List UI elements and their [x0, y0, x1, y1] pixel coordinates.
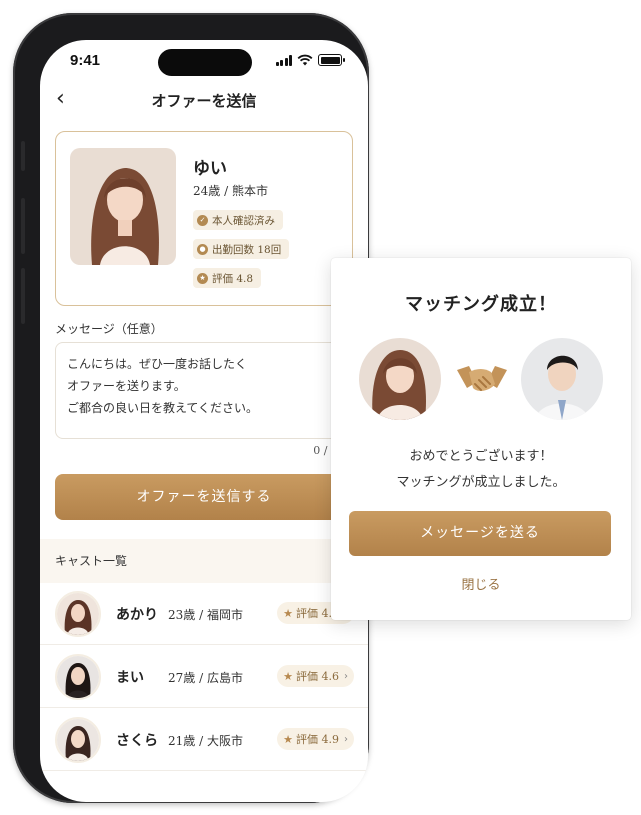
cast-age-location: 21歳 / 大阪市 — [168, 734, 243, 748]
verified-badge: ✓ 本人確認済み — [193, 210, 283, 230]
profile-card: ゆい 24歳 / 熊本市 ✓ 本人確認済み ● 出勤回数 18回 ★ 評価 4.… — [55, 131, 353, 306]
wifi-icon — [297, 54, 313, 66]
user-avatar — [521, 338, 603, 420]
count-icon: ● — [197, 243, 208, 255]
modal-title: マッチング成立！ — [405, 294, 557, 315]
badge-label: 評価 4.8 — [212, 272, 254, 285]
avatar — [55, 654, 101, 700]
chevron-right-icon: › — [344, 670, 348, 682]
signal-icon — [275, 54, 292, 66]
dynamic-island — [158, 49, 252, 76]
cast-name: さくら — [116, 733, 158, 749]
profile-age-location: 24歳 / 熊本市 — [193, 184, 268, 198]
modal-message: おめでとうございます！ マッチングが成立しました。 — [331, 444, 631, 496]
close-button[interactable]: 閉じる — [331, 574, 631, 593]
star-icon: ★ — [283, 606, 293, 620]
avatar — [55, 717, 101, 763]
cast-list-item[interactable]: さくら 21歳 / 大阪市 ★ 評価 4.9 › — [40, 709, 368, 771]
rating-label: 評価 4.9 — [296, 733, 339, 746]
cast-list-item[interactable]: あかり 23歳 / 福岡市 ★ 評価 4.7 › — [40, 583, 368, 645]
cast-list-item[interactable]: まい 27歳 / 広島市 ★ 評価 4.6 › — [40, 646, 368, 708]
page-title: オファーを送信 — [151, 92, 257, 110]
rating-badge: ★ 評価 4.8 — [193, 268, 262, 288]
check-icon: ✓ — [197, 214, 208, 226]
rating-pill: ★ 評価 4.9 › — [277, 728, 354, 750]
star-icon: ★ — [283, 732, 293, 746]
app-screen: 9:41 ‹ オファーを送信 ゆい 24歳 / 熊本市 ✓ 本人確認済み ● 出… — [40, 40, 368, 802]
modal-message-line: おめでとうございます！ — [409, 449, 553, 464]
profile-name: ゆい — [193, 159, 227, 179]
send-offer-button[interactable]: オファーを送信する — [55, 474, 353, 520]
avatar — [55, 591, 101, 637]
attendance-badge: ● 出勤回数 18回 — [193, 239, 290, 259]
badge-label: 本人確認済み — [212, 214, 275, 227]
cast-name: まい — [116, 670, 144, 686]
cast-name: あかり — [116, 607, 158, 623]
battery-icon — [318, 54, 345, 66]
cast-avatar — [359, 338, 441, 420]
volume-down-button — [21, 268, 25, 324]
nav-bar: ‹ オファーを送信 — [40, 88, 368, 114]
status-icons — [275, 54, 345, 66]
volume-up-button — [21, 198, 25, 254]
phone-frame: 9:41 ‹ オファーを送信 ゆい 24歳 / 熊本市 ✓ 本人確認済み ● 出… — [13, 13, 369, 803]
message-textarea[interactable]: こんにちは。ぜひ一度お話したく オファーを送ります。 ご都合の良い日を教えてくだ… — [55, 342, 353, 439]
profile-photo — [70, 148, 176, 265]
mute-switch — [21, 141, 25, 171]
send-message-button[interactable]: メッセージを送る — [349, 511, 611, 556]
handshake-icon — [457, 366, 507, 391]
cast-list-heading: キャスト一覧 — [40, 539, 368, 583]
status-time: 9:41 — [70, 52, 101, 69]
rating-label: 評価 4.6 — [296, 670, 339, 683]
chevron-right-icon: › — [344, 733, 348, 745]
star-icon: ★ — [197, 272, 208, 284]
rating-pill: ★ 評価 4.6 › — [277, 665, 354, 687]
message-label: メッセージ（任意） — [55, 322, 163, 336]
cast-age-location: 23歳 / 福岡市 — [168, 608, 243, 622]
cast-age-location: 27歳 / 広島市 — [168, 671, 243, 685]
match-modal: マッチング成立！ おめでとうございます！ マッチングが成立しました。 メッセージ… — [331, 258, 631, 620]
badge-label: 出勤回数 18回 — [212, 243, 282, 256]
star-icon: ★ — [283, 669, 293, 683]
modal-message-line: マッチングが成立しました。 — [396, 475, 566, 490]
